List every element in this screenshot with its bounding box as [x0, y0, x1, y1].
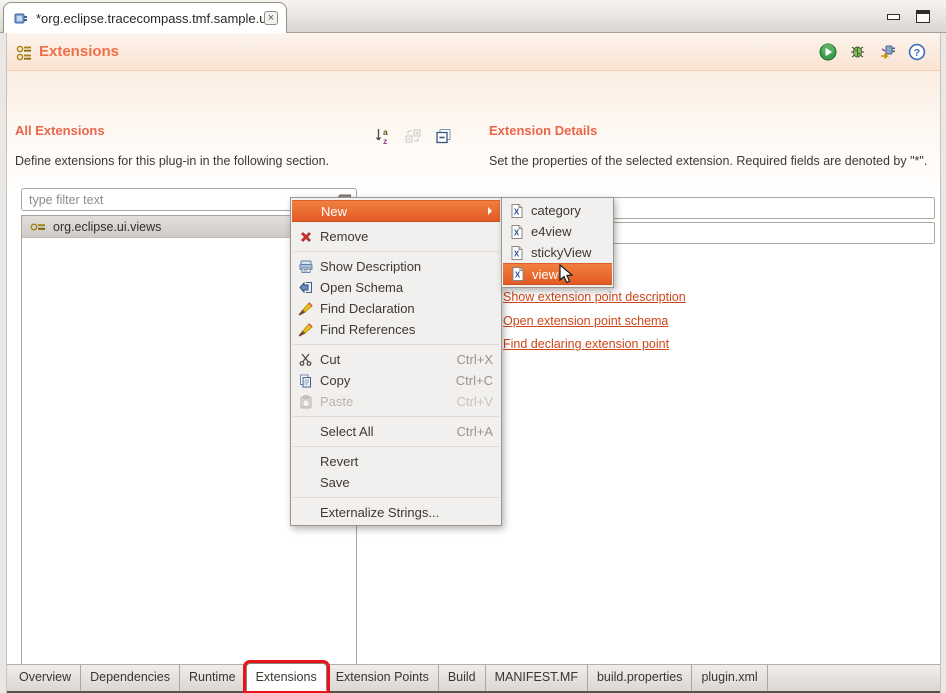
page-title: Extensions [39, 43, 120, 60]
menu-separator [293, 497, 499, 498]
menu-item-find-declaration[interactable]: Find Declaration [291, 298, 501, 319]
svg-text:z: z [383, 136, 387, 145]
svg-text:X: X [513, 228, 519, 237]
all-extensions-title: All Extensions [15, 123, 105, 138]
extension-details-description: Set the properties of the selected exten… [489, 154, 928, 168]
bottom-tabbar: Overview Dependencies Runtime Extensions… [7, 663, 940, 691]
expand-collapse-icon[interactable] [404, 128, 422, 144]
new-submenu: X category X e4view X stickyView X view [501, 197, 614, 288]
show-extension-point-description-link[interactable]: Show extension point description [503, 290, 686, 304]
tab-runtime[interactable]: Runtime [180, 665, 246, 691]
editor-tab-title: *org.eclipse.tracecompass.tmf.sample.ui [36, 10, 264, 26]
tree-item-label: org.eclipse.ui.views [53, 219, 162, 234]
tab-plugin-xml[interactable]: plugin.xml [692, 665, 768, 691]
svg-text:?: ? [914, 47, 920, 59]
submenu-item-category[interactable]: X category [502, 200, 613, 221]
submenu-item-stickyview[interactable]: X stickyView [502, 242, 613, 263]
tab-extension-points[interactable]: Extension Points [327, 665, 439, 691]
paste-icon [300, 394, 311, 408]
submenu-arrow-icon [488, 207, 492, 215]
tab-build[interactable]: Build [439, 665, 486, 691]
menu-item-new[interactable]: New [292, 200, 500, 222]
plugin-icon [14, 13, 27, 24]
menu-separator [293, 344, 499, 345]
minimize-icon[interactable] [887, 13, 900, 20]
close-icon[interactable]: × [264, 11, 278, 25]
all-extensions-description: Define extensions for this plug-in in th… [15, 154, 330, 168]
extension-point-icon [30, 223, 45, 230]
open-schema-icon [298, 281, 312, 294]
view-controls [887, 0, 930, 33]
editor-tab[interactable]: *org.eclipse.tracecompass.tmf.sample.ui … [3, 2, 287, 33]
menu-item-copy[interactable]: Copy Ctrl+C [291, 370, 501, 391]
submenu-item-e4view[interactable]: X e4view [502, 221, 613, 242]
menu-item-show-description[interactable]: Show Description [291, 256, 501, 277]
extension-details-title: Extension Details [489, 123, 598, 138]
debug-icon[interactable] [848, 43, 867, 61]
xml-file-icon: X [511, 245, 522, 260]
xml-file-icon: X [511, 203, 522, 218]
submenu-item-view[interactable]: X view [503, 263, 612, 285]
menu-separator [293, 416, 499, 417]
tab-manifest-mf[interactable]: MANIFEST.MF [486, 665, 588, 691]
menu-item-externalize-strings[interactable]: Externalize Strings... [291, 502, 501, 523]
eclipse-plugin-editor: *org.eclipse.tracecompass.tmf.sample.ui … [0, 0, 946, 693]
tab-overview[interactable]: Overview [9, 665, 82, 691]
context-menu: New Remove Show Description Open Schema … [290, 197, 502, 526]
menu-item-save[interactable]: Save [291, 472, 501, 493]
extensions-icon [16, 45, 31, 61]
find-declaring-extension-point-link[interactable]: Find declaring extension point [503, 337, 669, 351]
tab-extensions[interactable]: Extensions [245, 663, 327, 691]
xml-file-icon: X [511, 224, 522, 239]
editor-tabbar: *org.eclipse.tracecompass.tmf.sample.ui … [0, 0, 946, 33]
tab-dependencies[interactable]: Dependencies [81, 665, 181, 691]
bottom-tab-area: Overview Dependencies Runtime Extensions… [7, 663, 940, 693]
collapse-all-icon[interactable] [435, 128, 452, 144]
export-plugin-icon[interactable] [878, 43, 897, 61]
maximize-icon[interactable] [916, 10, 930, 23]
show-description-icon [299, 260, 312, 273]
open-extension-point-schema-link[interactable]: Open extension point schema [503, 314, 668, 328]
run-icon[interactable] [819, 43, 837, 61]
menu-item-find-references[interactable]: Find References [291, 319, 501, 340]
menu-item-revert[interactable]: Revert [291, 451, 501, 472]
menu-separator [293, 446, 499, 447]
mouse-cursor-icon [559, 264, 574, 284]
svg-text:X: X [514, 271, 520, 280]
find-references-icon [298, 322, 313, 336]
svg-text:X: X [513, 207, 519, 216]
copy-icon [300, 374, 311, 387]
find-declaration-icon [298, 301, 313, 315]
svg-text:X: X [513, 249, 519, 258]
form-header: Extensions ? [7, 33, 940, 71]
cut-icon [299, 353, 312, 366]
sort-az-icon[interactable]: a z [375, 127, 391, 145]
menu-item-remove[interactable]: Remove [291, 226, 501, 247]
section-toolbar: a z [375, 127, 452, 145]
menu-item-paste: Paste Ctrl+V [291, 391, 501, 412]
menu-separator [293, 251, 499, 252]
menu-item-select-all[interactable]: Select All Ctrl+A [291, 421, 501, 442]
xml-file-icon: X [512, 267, 523, 281]
tab-build-properties[interactable]: build.properties [588, 665, 693, 691]
menu-item-cut[interactable]: Cut Ctrl+X [291, 349, 501, 370]
help-icon[interactable]: ? [908, 43, 926, 61]
menu-item-open-schema[interactable]: Open Schema [291, 277, 501, 298]
remove-icon [300, 231, 311, 242]
